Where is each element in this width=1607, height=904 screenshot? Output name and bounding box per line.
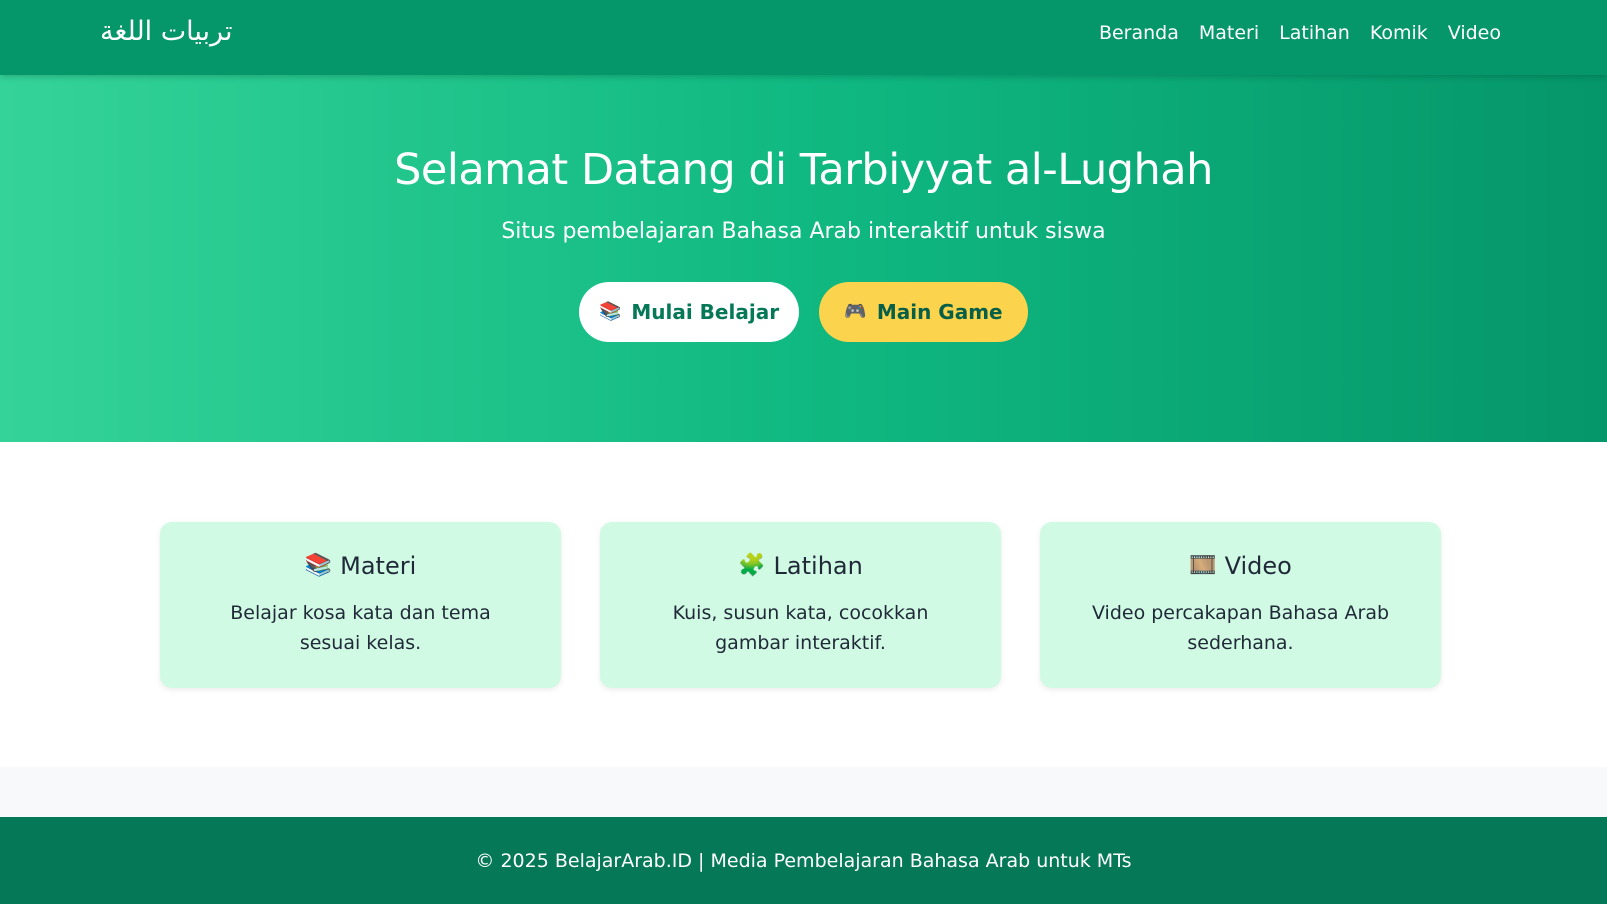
- start-learning-label: Mulai Belajar: [631, 300, 780, 324]
- books-icon: 📚: [598, 301, 622, 322]
- feature-card-video[interactable]: 🎞️ Video Video percakapan Bahasa Arab se…: [1040, 522, 1441, 688]
- feature-card-title: Materi: [340, 552, 417, 580]
- site-logo[interactable]: تربيات اللغة: [100, 16, 232, 47]
- film-icon: 🎞️: [1189, 553, 1217, 578]
- start-learning-button[interactable]: 📚 Mulai Belajar: [579, 282, 799, 342]
- footer: © 2025 BelajarArab.ID | Media Pembelajar…: [0, 817, 1607, 904]
- feature-card-description: Belajar kosa kata dan tema sesuai kelas.: [230, 602, 491, 654]
- puzzle-icon: 🧩: [738, 553, 766, 578]
- game-controller-icon: 🎮: [844, 301, 867, 322]
- feature-card-header: 🎞️ Video: [1040, 552, 1441, 580]
- hero-buttons: 📚 Mulai Belajar 🎮 Main Game: [0, 282, 1607, 342]
- play-game-button[interactable]: 🎮 Main Game: [819, 282, 1028, 342]
- feature-card-title: Latihan: [773, 552, 863, 580]
- feature-card-latihan[interactable]: 🧩 Latihan Kuis, susun kata, cocokkan gam…: [600, 522, 1001, 688]
- books-icon: 📚: [304, 553, 333, 578]
- feature-card-header: 🧩 Latihan: [600, 552, 1001, 580]
- feature-card-header: 📚 Materi: [160, 552, 561, 580]
- feature-card-title: Video: [1224, 552, 1292, 580]
- play-game-label: Main Game: [876, 300, 1003, 324]
- main-nav: Beranda Materi Latihan Komik Video: [1099, 22, 1501, 44]
- footer-copyright: © 2025 BelajarArab.ID | Media Pembelajar…: [475, 850, 1132, 872]
- hero-section: Selamat Datang di Tarbiyyat al-Lughah Si…: [0, 75, 1607, 442]
- section-divider: [0, 767, 1607, 817]
- navbar: تربيات اللغة Beranda Materi Latihan Komi…: [0, 0, 1607, 75]
- feature-card-materi[interactable]: 📚 Materi Belajar kosa kata dan tema sesu…: [160, 522, 561, 688]
- nav-link-video[interactable]: Video: [1448, 22, 1501, 44]
- nav-link-komik[interactable]: Komik: [1370, 22, 1428, 44]
- hero-subtitle: Situs pembelajaran Bahasa Arab interakti…: [501, 219, 1106, 244]
- nav-link-materi[interactable]: Materi: [1199, 22, 1259, 44]
- nav-link-latihan[interactable]: Latihan: [1279, 22, 1350, 44]
- features-section: 📚 Materi Belajar kosa kata dan tema sesu…: [0, 442, 1607, 767]
- hero-title: Selamat Datang di Tarbiyyat al-Lughah: [394, 145, 1213, 195]
- feature-card-description: Video percakapan Bahasa Arab sederhana.: [1091, 602, 1390, 654]
- nav-link-beranda[interactable]: Beranda: [1099, 22, 1179, 44]
- feature-card-description: Kuis, susun kata, cocokkan gambar intera…: [672, 602, 929, 654]
